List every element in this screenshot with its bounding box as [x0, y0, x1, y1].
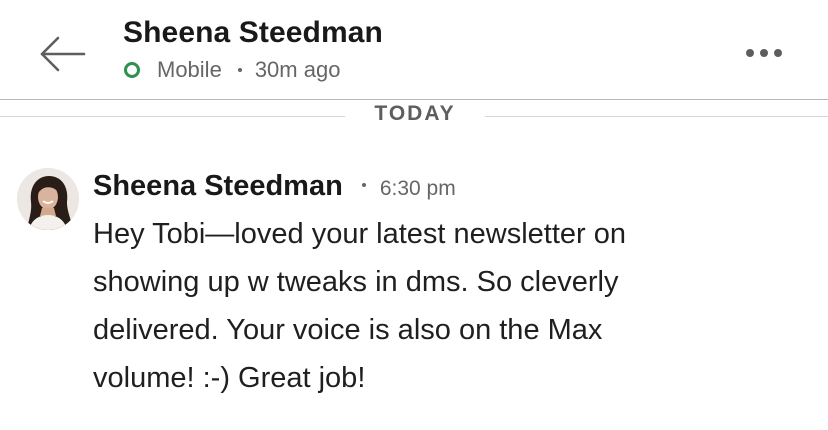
conversation-header: Sheena Steedman Mobile 30m ago: [0, 0, 828, 99]
contact-name[interactable]: Sheena Steedman: [123, 16, 383, 50]
back-button[interactable]: [30, 28, 92, 80]
device-label: Mobile: [157, 57, 222, 82]
separator-dot-icon: [361, 183, 366, 187]
conversation-screen: Sheena Steedman Mobile 30m ago TODAY She…: [0, 0, 828, 430]
more-dot-icon: [746, 49, 754, 57]
online-ring-icon: [124, 62, 140, 78]
last-active-label: 30m ago: [254, 57, 341, 82]
presence-status: Mobile 30m ago: [123, 56, 340, 84]
message-body: Hey Tobi—loved your latest newsletter on…: [93, 218, 627, 394]
more-options-button[interactable]: [736, 36, 792, 70]
date-separator-line: [485, 116, 828, 117]
date-separator-line: [0, 116, 345, 117]
message-header: Sheena Steedman 6:30 pm: [93, 170, 456, 203]
message-timestamp: 6:30 pm: [379, 177, 456, 200]
more-dot-icon: [774, 49, 782, 57]
date-separator: TODAY: [0, 100, 828, 130]
more-dot-icon: [760, 49, 768, 57]
sender-avatar[interactable]: [17, 168, 79, 230]
sender-name[interactable]: Sheena Steedman: [93, 170, 343, 203]
arrow-left-icon: [40, 36, 86, 72]
date-separator-label: TODAY: [374, 102, 456, 125]
profile-photo: [17, 168, 79, 230]
separator-dot-icon: [237, 68, 242, 72]
